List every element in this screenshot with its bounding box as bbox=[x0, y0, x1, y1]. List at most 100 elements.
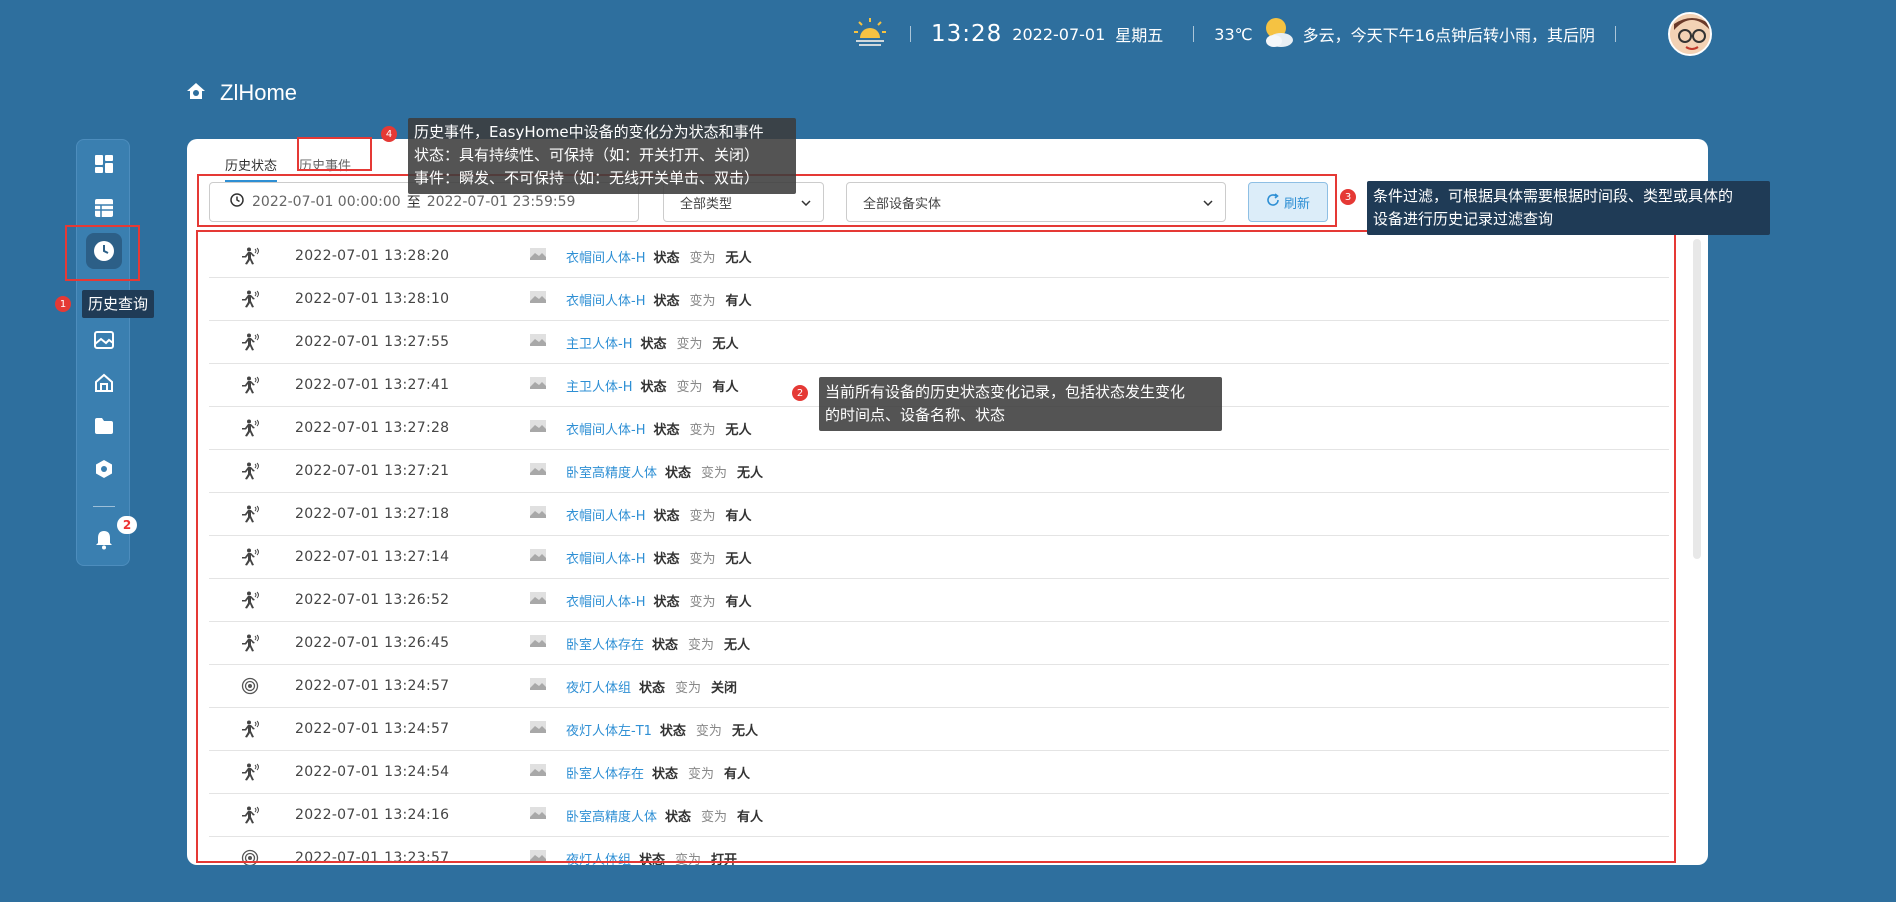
brand-name: ZlHome bbox=[220, 80, 298, 105]
start-datetime: 2022-07-01 00:00:00 bbox=[252, 194, 401, 210]
divider bbox=[1615, 26, 1616, 42]
change-label: 变为 bbox=[676, 379, 703, 395]
avatar[interactable] bbox=[1668, 12, 1712, 56]
current-date: 2022-07-01 bbox=[1012, 24, 1106, 44]
scrollbar[interactable] bbox=[1693, 239, 1701, 559]
device-link[interactable]: 夜灯人体左-T1 bbox=[566, 720, 652, 739]
group-icon bbox=[229, 677, 271, 695]
history-row[interactable]: 2022-07-01 13:23:57 夜灯人体组 状态 变为 打开 bbox=[209, 837, 1669, 865]
device-link[interactable]: 衣帽间人体-H bbox=[566, 548, 645, 567]
tab-history-event[interactable]: 历史事件 bbox=[299, 147, 351, 183]
brand[interactable]: ZlHome bbox=[186, 80, 297, 106]
divider bbox=[1193, 26, 1195, 42]
motion-icon bbox=[229, 419, 271, 437]
change-label: 变为 bbox=[676, 336, 703, 352]
history-row[interactable]: 2022-07-01 13:24:16 卧室高精度人体 状态 变为 有人 bbox=[209, 794, 1669, 837]
status-bar: 13:28 2022-07-01 星期五 33℃ 多云，今天下午16点钟后转小雨… bbox=[850, 12, 1636, 56]
history-row[interactable]: 2022-07-01 13:27:55 主卫人体-H 状态 变为 无人 bbox=[209, 321, 1669, 364]
device-link[interactable]: 主卫人体-H bbox=[566, 333, 632, 352]
device-link[interactable]: 衣帽间人体-H bbox=[566, 591, 645, 610]
device-link[interactable]: 衣帽间人体-H bbox=[566, 419, 645, 438]
record-time: 2022-07-01 13:24:57 bbox=[295, 678, 450, 694]
partly-cloudy-icon bbox=[1259, 13, 1297, 55]
motion-icon bbox=[229, 290, 271, 308]
state-label: 状态 bbox=[659, 723, 686, 739]
state-value: 有人 bbox=[725, 293, 752, 309]
state-value: 无人 bbox=[731, 723, 758, 739]
device-link[interactable]: 夜灯人体组 bbox=[566, 849, 631, 866]
state-label: 状态 bbox=[653, 551, 680, 567]
end-datetime: 2022-07-01 23:59:59 bbox=[426, 194, 576, 210]
note-line: 事件：瞬发、不可保持（如：无线开关单击、双击） bbox=[414, 169, 760, 187]
note-history-list: 当前所有设备的历史状态变化记录，包括状态发生变化 的时间点、设备名称、状态 bbox=[819, 377, 1222, 431]
clock-icon bbox=[230, 193, 244, 211]
motion-icon bbox=[229, 505, 271, 523]
annotation-number-4: 4 bbox=[381, 126, 397, 142]
state-label: 状态 bbox=[665, 809, 692, 825]
history-row[interactable]: 2022-07-01 13:24:57 夜灯人体左-T1 状态 变为 无人 bbox=[209, 708, 1669, 751]
sidebar-tooltip: 历史查询 bbox=[82, 290, 155, 318]
motion-icon bbox=[229, 247, 271, 265]
divider bbox=[910, 26, 911, 42]
image-icon bbox=[530, 248, 546, 264]
dashboard-icon[interactable] bbox=[86, 146, 122, 182]
change-label: 变为 bbox=[688, 766, 715, 782]
motion-icon bbox=[229, 591, 271, 609]
home-icon[interactable] bbox=[86, 365, 122, 401]
group-icon bbox=[229, 849, 271, 865]
record-time: 2022-07-01 13:26:45 bbox=[295, 635, 450, 651]
device-link[interactable]: 卧室人体存在 bbox=[566, 634, 644, 653]
device-link[interactable]: 卧室高精度人体 bbox=[566, 462, 657, 481]
annotation-number-1: 1 bbox=[55, 296, 71, 312]
history-row[interactable]: 2022-07-01 13:26:52 衣帽间人体-H 状态 变为 有人 bbox=[209, 579, 1669, 622]
image-icon bbox=[530, 377, 546, 393]
note-line: 当前所有设备的历史状态变化记录，包括状态发生变化 bbox=[825, 383, 1186, 401]
change-label: 变为 bbox=[689, 508, 716, 524]
history-row[interactable]: 2022-07-01 13:27:18 衣帽间人体-H 状态 变为 有人 bbox=[209, 493, 1669, 536]
history-icon[interactable] bbox=[86, 233, 122, 269]
image-icon bbox=[530, 807, 546, 823]
state-value: 无人 bbox=[725, 551, 752, 567]
image-icon bbox=[530, 334, 546, 350]
state-value: 有人 bbox=[737, 809, 764, 825]
motion-icon bbox=[229, 376, 271, 394]
refresh-button[interactable]: 刷新 bbox=[1248, 182, 1328, 222]
change-label: 变为 bbox=[689, 250, 716, 266]
type-select-value: 全部类型 bbox=[680, 196, 733, 212]
history-row[interactable]: 2022-07-01 13:24:54 卧室人体存在 状态 变为 有人 bbox=[209, 751, 1669, 794]
note-line: 历史事件，EasyHome中设备的变化分为状态和事件 bbox=[414, 123, 764, 141]
change-label: 变为 bbox=[689, 551, 716, 567]
motion-icon bbox=[229, 333, 271, 351]
note-line: 条件过滤，可根据具体需要根据时间段、类型或具体的 bbox=[1373, 187, 1734, 205]
hexagon-icon[interactable] bbox=[86, 451, 122, 487]
state-label: 状态 bbox=[653, 250, 680, 266]
tab-history-state[interactable]: 历史状态 bbox=[225, 147, 278, 183]
folder-icon[interactable] bbox=[86, 408, 122, 444]
state-label: 状态 bbox=[640, 379, 667, 395]
history-row[interactable]: 2022-07-01 13:26:45 卧室人体存在 状态 变为 无人 bbox=[209, 622, 1669, 665]
device-link[interactable]: 主卫人体-H bbox=[566, 376, 632, 395]
change-label: 变为 bbox=[688, 637, 715, 653]
motion-icon bbox=[229, 548, 271, 566]
table-icon[interactable] bbox=[86, 190, 122, 226]
history-row[interactable]: 2022-07-01 13:27:14 衣帽间人体-H 状态 变为 无人 bbox=[209, 536, 1669, 579]
device-link[interactable]: 卧室高精度人体 bbox=[566, 806, 657, 825]
history-row[interactable]: 2022-07-01 13:24:57 夜灯人体组 状态 变为 关闭 bbox=[209, 665, 1669, 708]
device-select[interactable]: 全部设备实体 bbox=[846, 182, 1226, 222]
sidebar: 2 bbox=[76, 139, 137, 566]
image-icon[interactable] bbox=[86, 322, 122, 358]
device-link[interactable]: 夜灯人体组 bbox=[566, 677, 631, 696]
record-time: 2022-07-01 13:24:57 bbox=[295, 721, 450, 737]
sun-icon bbox=[850, 16, 890, 52]
record-time: 2022-07-01 13:27:21 bbox=[295, 463, 450, 479]
image-icon bbox=[530, 291, 546, 307]
device-link[interactable]: 衣帽间人体-H bbox=[566, 505, 645, 524]
device-link[interactable]: 卧室人体存在 bbox=[566, 763, 644, 782]
device-link[interactable]: 衣帽间人体-H bbox=[566, 290, 645, 309]
device-link[interactable]: 衣帽间人体-H bbox=[566, 247, 645, 266]
history-row[interactable]: 2022-07-01 13:27:21 卧室高精度人体 状态 变为 无人 bbox=[209, 450, 1669, 493]
history-row[interactable]: 2022-07-01 13:28:20 衣帽间人体-H 状态 变为 无人 bbox=[209, 235, 1669, 278]
state-value: 无人 bbox=[724, 637, 751, 653]
record-time: 2022-07-01 13:27:28 bbox=[295, 420, 450, 436]
history-row[interactable]: 2022-07-01 13:28:10 衣帽间人体-H 状态 变为 有人 bbox=[209, 278, 1669, 321]
